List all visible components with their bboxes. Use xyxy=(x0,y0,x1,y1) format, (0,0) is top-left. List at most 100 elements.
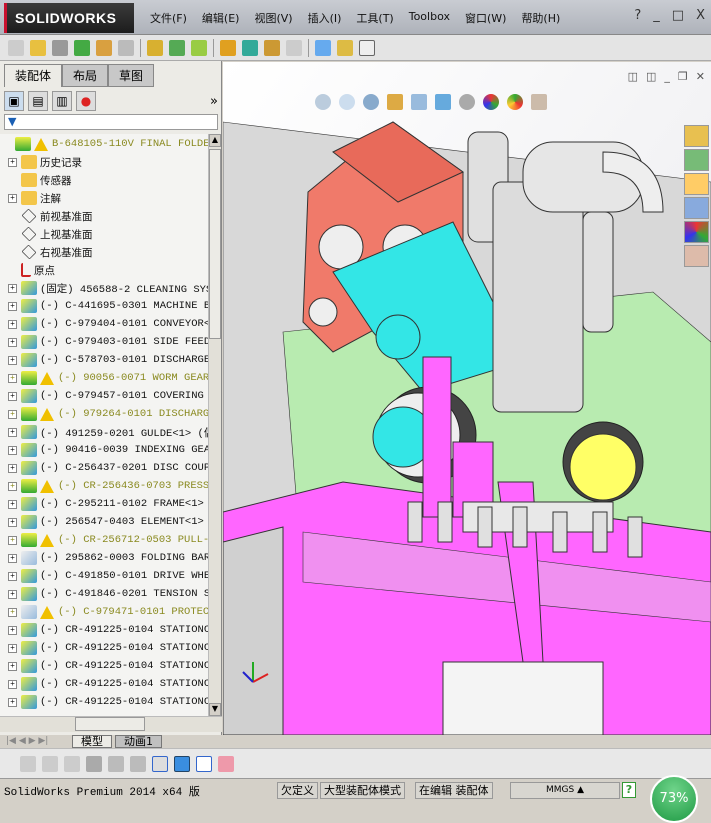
appearances-icon[interactable] xyxy=(684,221,709,243)
expand-toggle[interactable]: + xyxy=(8,445,17,455)
tree-item[interactable]: 前视基准面 xyxy=(0,207,208,225)
large-assembly-mode[interactable]: 大型装配体模式 xyxy=(320,782,405,799)
exploded-view-icon[interactable] xyxy=(264,39,280,56)
tree-item[interactable]: + (-) 295862-0003 FOLDING BAR xyxy=(0,549,208,567)
tab-animation[interactable]: 动画1 xyxy=(115,735,162,748)
view-orientation-icon[interactable] xyxy=(411,94,427,110)
restore-button[interactable]: □ xyxy=(672,8,684,23)
close-button[interactable]: X xyxy=(696,8,705,23)
display-style-icon[interactable] xyxy=(435,94,451,110)
interference-detection-icon[interactable] xyxy=(315,39,331,56)
tree-item[interactable]: + (-) C-979403-0101 SIDE FEED xyxy=(0,333,208,351)
expand-toggle[interactable]: + xyxy=(8,157,17,167)
zoom-to-area-icon[interactable] xyxy=(339,94,355,110)
show-hidden-icon[interactable] xyxy=(147,39,163,56)
doc-minimize-icon[interactable]: _ xyxy=(664,70,670,83)
tree-item[interactable]: + (-) 979264-0101 DISCHARG xyxy=(0,405,208,423)
tree-item[interactable]: + (-) C-491850-0101 DRIVE WHE xyxy=(0,567,208,585)
help-button[interactable]: ? xyxy=(634,8,641,23)
expand-toggle[interactable]: + xyxy=(8,625,17,635)
previous-view-icon[interactable] xyxy=(363,94,379,110)
tree-item[interactable]: 传感器 xyxy=(0,171,208,189)
tree-item[interactable]: + (-) C-491846-0201 TENSION S xyxy=(0,585,208,603)
unit-system[interactable]: MMGS ▲ xyxy=(510,782,620,799)
layers-icon[interactable] xyxy=(42,755,58,772)
property-manager-icon[interactable]: ▤ xyxy=(28,91,48,111)
tree-item[interactable]: + (-) CR-491225-0104 STATIONC xyxy=(0,621,208,639)
move-component-icon[interactable] xyxy=(118,39,134,56)
help-icon[interactable]: ? xyxy=(622,782,636,798)
menu-tools[interactable]: 工具(T) xyxy=(356,10,393,26)
menu-view[interactable]: 视图(V) xyxy=(254,10,292,26)
tree-filter-input[interactable]: ▼ xyxy=(4,114,218,130)
menu-toolbox[interactable]: Toolbox xyxy=(409,10,450,26)
expand-toggle[interactable]: + xyxy=(8,373,17,383)
split-horizontal-icon[interactable]: ◫ xyxy=(646,70,656,83)
graphics-area[interactable]: ◫ ◫ _ ❐ ✕ xyxy=(223,62,711,735)
tab-layout[interactable]: 布局 xyxy=(62,64,109,87)
tree-item[interactable]: + (固定) 456588-2 CLEANING SYS xyxy=(0,279,208,297)
expand-toggle[interactable]: + xyxy=(8,283,17,293)
expand-toggle[interactable]: + xyxy=(8,409,17,419)
doc-close-icon[interactable]: ✕ xyxy=(696,70,705,83)
menu-edit[interactable]: 编辑(E) xyxy=(202,10,240,26)
tree-item[interactable]: + (-) CR-491225-0104 STATIONC xyxy=(0,675,208,693)
tab-scroll-arrows[interactable]: |◀ ◀ ▶ ▶| xyxy=(6,736,48,746)
menu-help[interactable]: 帮助(H) xyxy=(521,10,560,26)
shaded-view-icon[interactable] xyxy=(174,755,190,772)
custom-properties-icon[interactable] xyxy=(684,245,709,267)
tree-item[interactable]: + (-) 256547-0403 ELEMENT<1> xyxy=(0,513,208,531)
align-icon[interactable] xyxy=(130,755,146,772)
tree-item[interactable]: + (-) C-979404-0101 CONVEYOR< xyxy=(0,315,208,333)
expand-toggle[interactable]: + xyxy=(8,301,17,311)
hide-show-items-icon[interactable] xyxy=(459,94,475,110)
tree-item[interactable]: + (-) 90056-0071 WORM GEAR xyxy=(0,369,208,387)
explode-line-icon[interactable] xyxy=(286,39,302,56)
tree-item[interactable]: + 历史记录 xyxy=(0,153,208,171)
tree-item[interactable]: + (-) CR-491225-0104 STATIONC xyxy=(0,657,208,675)
expand-toggle[interactable]: + xyxy=(8,697,17,707)
tree-item[interactable]: + (-) CR-491225-0104 STATIONC xyxy=(0,693,208,711)
new-motion-study-icon[interactable] xyxy=(220,39,236,56)
tree-item[interactable]: + (-) C-979457-0101 COVERING xyxy=(0,387,208,405)
edit-sheet-icon[interactable] xyxy=(218,755,234,772)
expand-toggle[interactable]: + xyxy=(8,481,17,491)
assembly-features-icon[interactable] xyxy=(169,39,185,56)
insert-component-icon[interactable] xyxy=(30,39,46,56)
tree-item[interactable]: + (-) C-578703-0101 DISCHARGE xyxy=(0,351,208,369)
reference-geometry-icon[interactable] xyxy=(191,39,207,56)
configuration-manager-icon[interactable]: ▥ xyxy=(52,91,72,111)
tree-item[interactable]: B-648105-110V FINAL FOLDER xyxy=(0,135,208,153)
file-explorer-icon[interactable] xyxy=(684,173,709,195)
apply-scene-icon[interactable] xyxy=(507,94,523,110)
tree-item[interactable]: + 注解 xyxy=(0,189,208,207)
tree-item[interactable]: + (-) C-441695-0301 MACHINE BO xyxy=(0,297,208,315)
tree-item[interactable]: + (-) CR-256712-0503 PULL- xyxy=(0,531,208,549)
tab-model[interactable]: 模型 xyxy=(72,735,112,748)
tree-item[interactable]: + (-) CR-491225-0104 STATIONC xyxy=(0,639,208,657)
doc-restore-icon[interactable]: ❐ xyxy=(678,70,688,83)
tree-item[interactable]: + (-) C-979471-0101 PROTECT xyxy=(0,603,208,621)
minimize-button[interactable]: _ xyxy=(653,8,660,23)
tree-item[interactable]: 右视基准面 xyxy=(0,243,208,261)
scroll-thumb[interactable] xyxy=(209,149,221,339)
tree-horizontal-scrollbar[interactable] xyxy=(0,716,222,732)
smart-fasteners-icon[interactable] xyxy=(96,39,112,56)
edit-component-icon[interactable] xyxy=(8,39,24,56)
mate-icon[interactable] xyxy=(52,39,68,56)
expand-toggle[interactable]: + xyxy=(8,661,17,671)
expand-toggle[interactable]: + xyxy=(8,679,17,689)
line-thickness-icon[interactable] xyxy=(86,755,102,772)
view-palette-icon[interactable] xyxy=(684,197,709,219)
expand-toggle[interactable]: + xyxy=(8,589,17,599)
tree-item[interactable]: 原点 xyxy=(0,261,208,279)
expand-panel-button[interactable]: » xyxy=(210,94,218,109)
tab-assembly[interactable]: 装配体 xyxy=(4,64,63,87)
table-icon[interactable] xyxy=(196,755,212,772)
split-vertical-icon[interactable]: ◫ xyxy=(628,70,638,83)
expand-toggle[interactable]: + xyxy=(8,463,17,473)
hscroll-thumb[interactable] xyxy=(75,717,145,731)
expand-toggle[interactable]: + xyxy=(8,517,17,527)
tree-item[interactable]: 上视基准面 xyxy=(0,225,208,243)
menu-file[interactable]: 文件(F) xyxy=(150,10,187,26)
